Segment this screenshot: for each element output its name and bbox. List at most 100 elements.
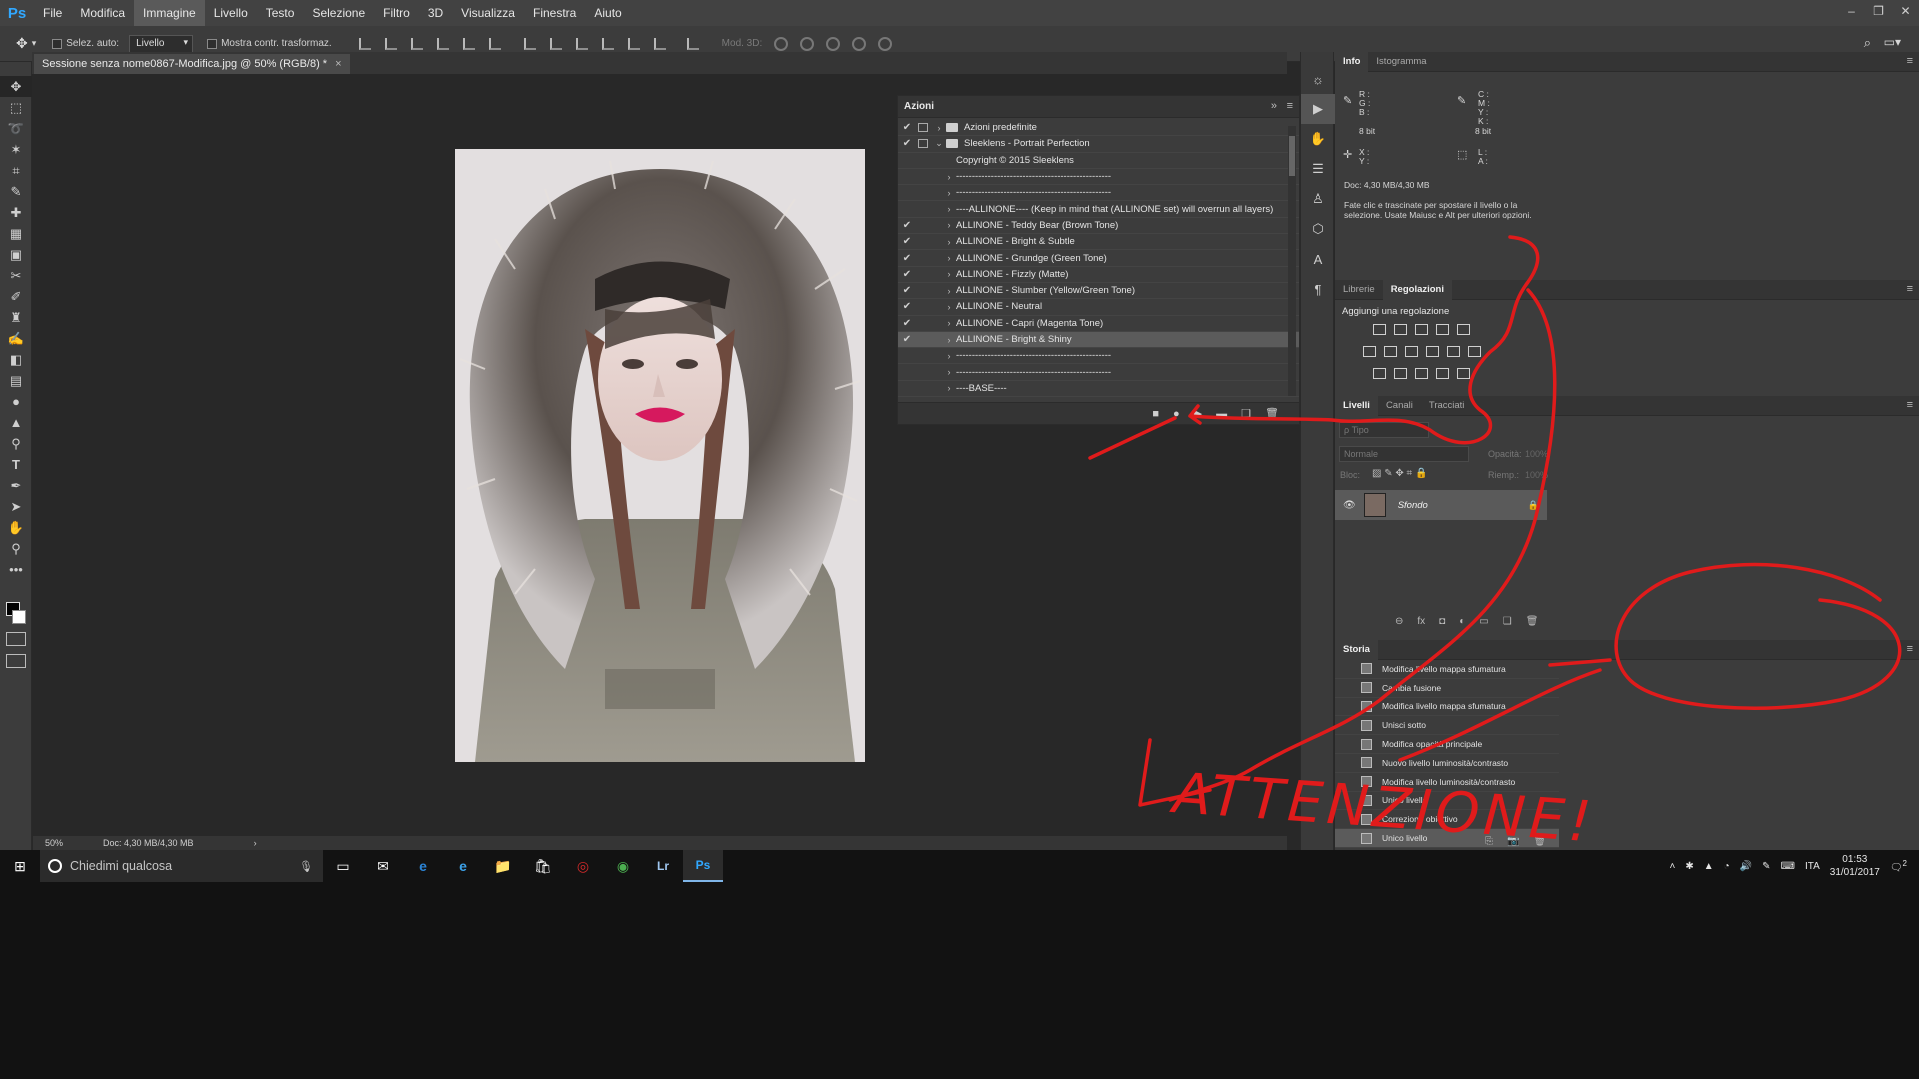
status-menu-arrow[interactable]: ›	[254, 838, 257, 848]
action-row[interactable]: › ---------------------------------------…	[898, 364, 1299, 381]
zoom-level[interactable]: 50%	[45, 838, 63, 848]
rotate-3d-icon[interactable]	[774, 36, 789, 51]
lasso-tool-icon[interactable]: ➰	[0, 118, 32, 139]
action-row[interactable]: ✔ › ALLINONE - Teddy Bear (Brown Tone)	[898, 218, 1299, 235]
workspace-icon[interactable]: ▭▾	[1884, 35, 1901, 49]
action-row[interactable]: ✔ › Azioni predefinite	[898, 120, 1299, 137]
history-item[interactable]: Modifica livello mappa sfumatura	[1335, 698, 1559, 717]
threshold-icon[interactable]	[1415, 368, 1428, 379]
creative-cloud-icon[interactable]: ◎	[563, 850, 603, 882]
layer-row[interactable]: 👁 Sfondo 🔒	[1335, 490, 1547, 520]
google-drive-icon[interactable]: ▲	[1704, 861, 1714, 872]
show-transform-checkbox[interactable]	[207, 38, 218, 49]
menu-livello[interactable]: Livello	[205, 0, 257, 26]
color-lookup-icon[interactable]	[1468, 346, 1481, 357]
brush-tool-icon[interactable]: ✐	[0, 286, 32, 307]
align-right-icon[interactable]	[488, 37, 501, 50]
action-row[interactable]: › ---------------------------------------…	[898, 185, 1299, 202]
menu-modifica[interactable]: Modifica	[71, 0, 134, 26]
menu-file[interactable]: File	[34, 0, 71, 26]
lightroom-app-icon[interactable]: Lr	[643, 850, 683, 882]
photo-filter-icon[interactable]	[1426, 346, 1439, 357]
chevron-down-icon[interactable]: ⌄	[932, 138, 946, 149]
blend-mode-select[interactable]: Normale	[1339, 446, 1469, 462]
adjustment-layer-icon[interactable]: ◐	[1459, 616, 1465, 627]
show-transform-option[interactable]: Mostra contr. trasformaz.	[207, 38, 332, 49]
action-row[interactable]: › ----ALLINONE---- (Keep in mind that (AL…	[898, 201, 1299, 218]
hand-tool-icon[interactable]: ✋	[0, 517, 32, 538]
snapshot-icon[interactable]: 📷	[1507, 836, 1519, 847]
channel-mixer-icon[interactable]	[1447, 346, 1460, 357]
chevron-right-icon[interactable]: ›	[942, 367, 956, 377]
action-row[interactable]: ✔ › ALLINONE - Fizzly (Matte)	[898, 267, 1299, 283]
healing-brush-tool-icon[interactable]: ✚	[0, 202, 32, 223]
drag-3d-icon[interactable]	[826, 36, 841, 51]
distribute-right-icon[interactable]	[653, 37, 666, 50]
3d-icon[interactable]: ⬡	[1301, 214, 1335, 244]
collapse-icon[interactable]: »	[1271, 100, 1277, 112]
black-white-icon[interactable]	[1405, 346, 1418, 357]
distribute-hcenter-icon[interactable]	[627, 37, 640, 50]
action-row[interactable]: ✔ › ALLINONE - Neutral	[898, 299, 1299, 316]
eye-icon[interactable]: 👁	[1343, 500, 1356, 511]
clone-stamp-tool-icon[interactable]: ♜	[0, 307, 32, 328]
color-balance-icon[interactable]	[1384, 346, 1397, 357]
layer-name[interactable]: Sfondo	[1398, 500, 1428, 511]
chevron-right-icon[interactable]: ›	[942, 220, 956, 230]
chevron-right-icon[interactable]: ›	[942, 318, 956, 328]
panel-menu-icon[interactable]: ≡	[1287, 100, 1293, 112]
action-row[interactable]: › ----BASE----	[898, 381, 1299, 398]
dialog-toggle-icon[interactable]	[918, 319, 928, 328]
align-left-icon[interactable]	[436, 37, 449, 50]
chevron-right-icon[interactable]: ›	[942, 302, 956, 312]
brightness-icon[interactable]	[1373, 324, 1386, 335]
tab-librerie[interactable]: Librerie	[1335, 280, 1383, 300]
navigator-icon[interactable]: ☼	[1301, 64, 1335, 94]
tab-canali[interactable]: Canali	[1378, 396, 1421, 416]
action-row[interactable]: ✔ › ALLINONE - Slumber (Yellow/Green Tone)	[898, 283, 1299, 300]
action-row[interactable]: ✔ › ALLINONE - Capri (Magenta Tone)	[898, 316, 1299, 332]
distribute-top-icon[interactable]	[523, 37, 536, 50]
close-tab-icon[interactable]: ×	[335, 58, 341, 70]
slide-3d-icon[interactable]	[852, 36, 867, 51]
move-tool-icon[interactable]: ✥	[0, 76, 32, 97]
add-mask-icon[interactable]: ◘	[1439, 616, 1445, 627]
selective-color-icon[interactable]	[1436, 368, 1449, 379]
tab-istogramma[interactable]: Istogramma	[1368, 52, 1434, 72]
distribute-bottom-icon[interactable]	[575, 37, 588, 50]
pen-icon[interactable]: ✎	[1762, 861, 1770, 872]
toggle-check-icon[interactable]: ✔	[898, 122, 916, 133]
dialog-toggle-icon[interactable]	[918, 172, 928, 181]
tab-regolazioni[interactable]: Regolazioni	[1382, 279, 1452, 300]
search-icon[interactable]: ⌕	[1864, 35, 1871, 51]
language-indicator[interactable]: ITA	[1805, 861, 1820, 872]
restore-button[interactable]: ❐	[1865, 0, 1892, 22]
tray-chevron-icon[interactable]: ˄	[1669, 861, 1675, 872]
menu-3d[interactable]: 3D	[419, 0, 452, 26]
cortana-search[interactable]: Chiedimi qualcosa 🎙	[40, 850, 323, 882]
fx-icon[interactable]: fx	[1417, 616, 1425, 627]
toggle-check-icon[interactable]: ✔	[898, 236, 916, 247]
chevron-right-icon[interactable]: ›	[942, 335, 956, 345]
task-view-icon[interactable]: ▭	[323, 850, 363, 882]
eyedropper-tool-icon[interactable]: ✎	[0, 181, 32, 202]
camera-3d-icon[interactable]	[878, 36, 893, 51]
history-item[interactable]: Correzione obiettivo	[1335, 810, 1559, 830]
edge-app-icon[interactable]: e	[403, 850, 443, 882]
type-tool-icon[interactable]: T	[0, 454, 32, 475]
chevron-right-icon[interactable]: ›	[942, 253, 956, 263]
marquee-tool-icon[interactable]: ⬚	[0, 97, 32, 118]
new-action-icon[interactable]: ❏	[1241, 407, 1251, 420]
content-aware-move-icon[interactable]: ✂	[0, 265, 32, 286]
panel-menu-icon[interactable]: ≡	[1907, 399, 1913, 411]
tab-storia[interactable]: Storia	[1335, 639, 1378, 660]
dialog-toggle-icon[interactable]	[918, 384, 928, 393]
gradient-tool-icon[interactable]: ▤	[0, 370, 32, 391]
history-item[interactable]: Modifica opacità principale	[1335, 735, 1559, 754]
dodge-tool-icon[interactable]: ⚲	[0, 433, 32, 454]
curves-icon[interactable]	[1415, 324, 1428, 335]
levels-icon[interactable]	[1394, 324, 1407, 335]
crop-tool-icon[interactable]: ⌗	[0, 160, 32, 181]
eraser-tool-icon[interactable]: ◧	[0, 349, 32, 370]
zoom-tool-icon[interactable]: ⚲	[0, 538, 32, 559]
